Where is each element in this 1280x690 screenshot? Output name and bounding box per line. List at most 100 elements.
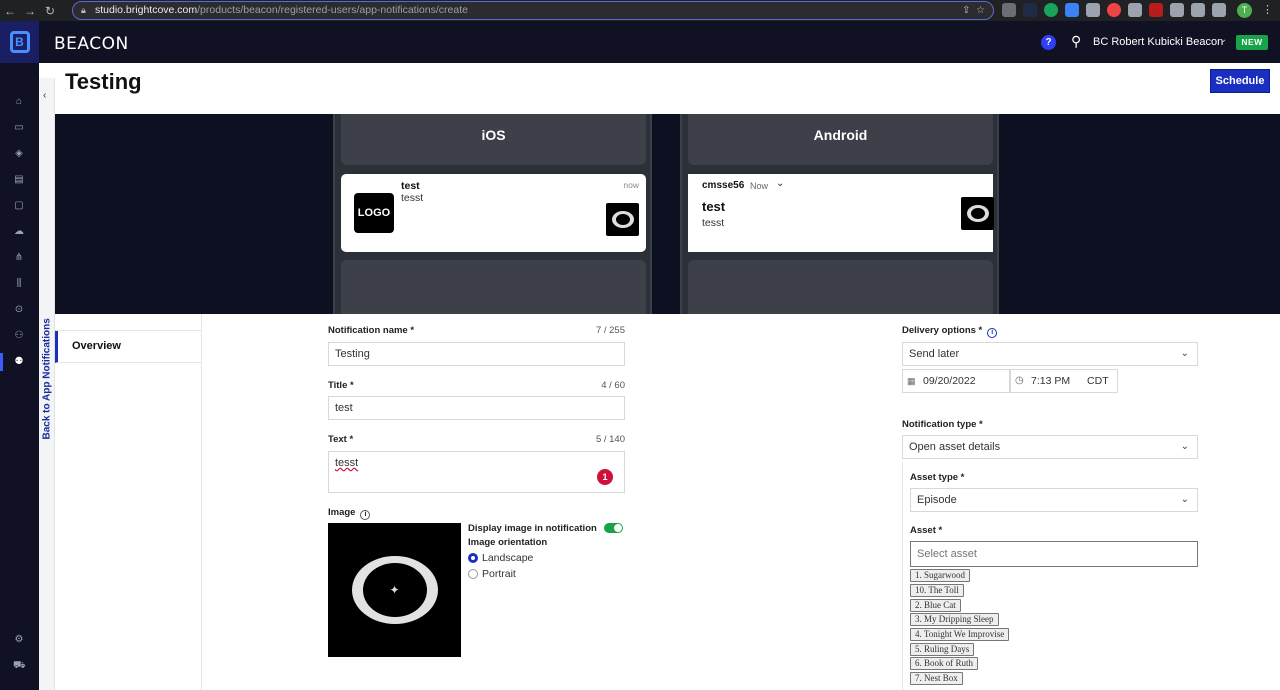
registered-users-icon[interactable]: ⚉ xyxy=(13,356,25,368)
title-label: Title * xyxy=(328,380,354,391)
chevron-down-icon: ⌄ xyxy=(1180,494,1189,505)
chevron-down-icon[interactable]: ⌄ xyxy=(1219,34,1227,45)
reading-list-icon[interactable] xyxy=(1191,3,1205,17)
ios-notification-title: test xyxy=(401,180,420,192)
info-icon[interactable]: i xyxy=(360,510,371,520)
users-icon[interactable]: ⚇ xyxy=(13,330,25,342)
forward-arrow-icon[interactable]: → xyxy=(20,4,40,18)
help-icon[interactable]: ? xyxy=(1041,35,1056,50)
user-name[interactable]: BC Robert Kubicki Beacon xyxy=(1093,36,1223,48)
extension-icon[interactable] xyxy=(1149,3,1163,17)
home-icon[interactable]: ⌂ xyxy=(13,96,25,108)
asset-option[interactable]: 1. Sugarwood xyxy=(910,569,970,582)
info-icon[interactable]: i xyxy=(987,328,998,338)
time-value: 7:13 PM xyxy=(1031,375,1071,387)
lock-icon: 🔒︎ xyxy=(81,5,86,15)
text-counter: 5 / 140 xyxy=(595,434,625,445)
landscape-radio[interactable] xyxy=(468,553,478,563)
ios-notification-time: now xyxy=(623,180,639,190)
asset-option[interactable]: 5. Ruling Days xyxy=(910,643,975,656)
extension-icon[interactable] xyxy=(1086,3,1100,17)
asset-option[interactable]: 2. Blue Cat xyxy=(910,599,961,612)
brand-name: BEACON xyxy=(54,34,129,54)
schedule-button[interactable]: Schedule xyxy=(1210,69,1270,93)
clock-icon: ◷ xyxy=(1015,375,1024,386)
bookmark-star-icon[interactable]: ☆ xyxy=(976,5,985,16)
display-image-label: Display image in notification xyxy=(468,523,597,534)
chevron-down-icon: ⌄ xyxy=(1180,348,1189,359)
android-notification-body: tesst xyxy=(702,217,725,229)
asset-type-select[interactable]: Episode ⌄ xyxy=(910,488,1198,512)
layers-icon[interactable]: ◈ xyxy=(13,148,25,160)
chevron-down-icon: ⌄ xyxy=(1180,441,1189,452)
back-to-app-notifications-link[interactable]: Back to App Notifications xyxy=(42,318,53,439)
cloud-icon[interactable]: ☁ xyxy=(13,226,25,238)
ios-label: iOS xyxy=(341,114,646,165)
folder-icon[interactable]: ▢ xyxy=(13,200,25,212)
analytics-icon[interactable]: ⫼ xyxy=(13,278,25,290)
menu-kebab-icon[interactable]: ⋮ xyxy=(1262,3,1273,16)
delivery-options-label: Delivery options * i xyxy=(902,325,998,338)
landscape-label[interactable]: Landscape xyxy=(482,552,533,564)
notification-preview: iOS LOGO test tesst now Android cmsse56 … xyxy=(55,114,1280,314)
video-icon[interactable]: ▭ xyxy=(13,122,25,134)
address-bar[interactable]: 🔒︎ studio.brightcove.com/products/beacon… xyxy=(72,1,994,20)
url-host: studio.brightcove.com xyxy=(95,4,198,16)
timezone-value: CDT xyxy=(1087,375,1109,387)
reload-icon[interactable]: ↻ xyxy=(40,4,60,18)
new-badge: NEW xyxy=(1236,35,1268,50)
app-header: B BEACON ? ⚲ BC Robert Kubicki Beacon ⌄ … xyxy=(0,21,1280,63)
spellcheck-badge[interactable]: 1 xyxy=(597,469,613,485)
delivery-options-value: Send later xyxy=(909,348,960,360)
notification-image[interactable]: ✦ xyxy=(328,523,461,657)
ios-phone-preview: iOS LOGO test tesst now xyxy=(333,114,652,314)
title-input[interactable]: test xyxy=(328,396,625,420)
settings-gear-icon[interactable]: ⚙ xyxy=(13,634,25,646)
notification-type-label: Notification type * xyxy=(902,419,983,430)
notification-name-input[interactable]: Testing xyxy=(328,342,625,366)
time-input[interactable]: ◷ 7:13 PM CDT xyxy=(1010,369,1118,393)
plugin-icon[interactable]: ⊙ xyxy=(13,304,25,316)
sidebar-icon[interactable] xyxy=(1212,3,1226,17)
extension-icon[interactable] xyxy=(1044,3,1058,17)
android-phone-bottom xyxy=(688,260,993,314)
puzzle-icon[interactable] xyxy=(1170,3,1184,17)
asset-search-input[interactable] xyxy=(910,541,1198,567)
image-label: Image i xyxy=(328,507,371,520)
extension-icon[interactable] xyxy=(1065,3,1079,17)
overview-tab[interactable]: Overview xyxy=(55,331,201,363)
portrait-label[interactable]: Portrait xyxy=(482,568,516,580)
extension-icon[interactable] xyxy=(1107,3,1121,17)
display-image-toggle[interactable] xyxy=(604,523,623,533)
extension-icon[interactable] xyxy=(1002,3,1016,17)
share-icon[interactable]: ⇪ xyxy=(962,5,970,16)
share-icon[interactable]: ⋔ xyxy=(13,252,25,264)
extension-icon[interactable] xyxy=(1023,3,1037,17)
url-path: /products/beacon/registered-users/app-no… xyxy=(197,4,468,16)
asset-option[interactable]: 6. Book of Ruth xyxy=(910,657,979,670)
chevron-left-icon[interactable]: ‹ xyxy=(43,90,46,101)
asset-option[interactable]: 4. Tonight We Improvise xyxy=(910,628,1010,641)
calendar-icon[interactable]: ▤ xyxy=(13,174,25,186)
notification-type-select[interactable]: Open asset details ⌄ xyxy=(902,435,1198,459)
profile-avatar[interactable]: T xyxy=(1237,3,1252,18)
portrait-radio[interactable] xyxy=(468,569,478,579)
cart-icon[interactable]: ⛟ xyxy=(13,660,26,672)
ios-phone-bottom xyxy=(341,260,646,314)
asset-option[interactable]: 7. Nest Box xyxy=(910,672,963,685)
delivery-options-select[interactable]: Send later ⌄ xyxy=(902,342,1198,366)
notification-type-value: Open asset details xyxy=(909,441,1001,453)
back-arrow-icon[interactable]: ← xyxy=(0,4,20,18)
app-logo[interactable]: B xyxy=(0,21,39,63)
date-input[interactable]: ▦ 09/20/2022 xyxy=(902,369,1010,393)
asset-option[interactable]: 3. My Dripping Sleep xyxy=(910,613,999,626)
android-notification-title: test xyxy=(702,199,726,214)
back-panel[interactable]: ‹ Back to App Notifications xyxy=(39,78,55,690)
section-nav: Overview xyxy=(55,314,202,690)
extension-icon[interactable] xyxy=(1128,3,1142,17)
asset-option[interactable]: 10. The Toll xyxy=(910,584,964,597)
calendar-icon: ▦ xyxy=(907,376,916,386)
text-textarea[interactable]: tesst xyxy=(328,451,625,493)
android-app-name: cmsse56 xyxy=(702,180,745,191)
user-icon: ⚲ xyxy=(1071,33,1082,49)
